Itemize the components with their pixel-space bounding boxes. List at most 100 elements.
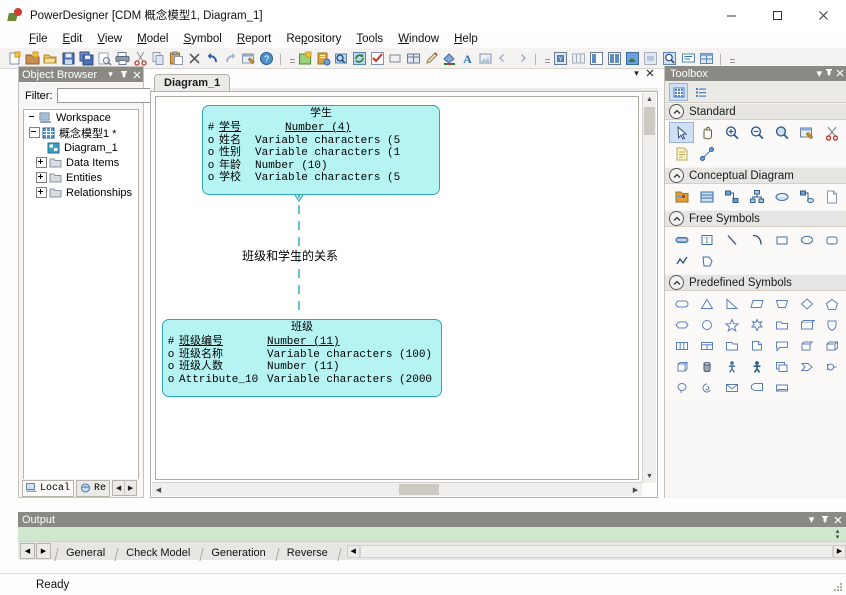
line-symbol-icon[interactable] xyxy=(719,229,744,250)
new-document-icon[interactable] xyxy=(6,50,23,67)
image-icon[interactable] xyxy=(477,50,494,67)
output-resize-handles[interactable]: ▴ ▾ xyxy=(832,528,843,541)
chevron-down-icon[interactable]: ▾ xyxy=(104,68,117,81)
close-icon[interactable] xyxy=(130,68,143,81)
actor-filled-icon[interactable] xyxy=(744,356,769,377)
folder-shape-icon[interactable] xyxy=(769,314,794,335)
close-icon[interactable] xyxy=(836,68,844,80)
close-button[interactable] xyxy=(800,0,846,30)
relationship-icon[interactable] xyxy=(719,186,744,207)
forward-arrow-icon[interactable] xyxy=(513,50,530,67)
output-tab-generation[interactable]: Generation xyxy=(203,545,275,561)
back-arrow-icon[interactable] xyxy=(495,50,512,67)
scroll-up-button[interactable]: ▲ xyxy=(643,93,656,106)
trapezoid-icon[interactable] xyxy=(769,293,794,314)
undo-icon[interactable] xyxy=(204,50,221,67)
chevron-up-icon[interactable] xyxy=(669,104,684,119)
menu-window[interactable]: Window xyxy=(391,32,447,46)
tree-item-model[interactable]: 概念模型1 * xyxy=(24,125,138,140)
rectangle-symbol-icon[interactable] xyxy=(769,229,794,250)
relationship-label[interactable]: 班级和学生的关系 xyxy=(242,247,338,264)
stack-icon[interactable] xyxy=(794,335,819,356)
chevron-down-icon[interactable]: ▾ xyxy=(805,513,818,526)
export-icon[interactable] xyxy=(624,50,641,67)
check-model-icon[interactable] xyxy=(369,50,386,67)
arc-symbol-icon[interactable] xyxy=(744,229,769,250)
refresh-icon[interactable] xyxy=(351,50,368,67)
entity-student[interactable]: 学生 # 学号 Number (4) o 姓名 Variable charact… xyxy=(202,105,440,195)
grid-view-icon[interactable] xyxy=(669,82,688,101)
chevron-up-icon[interactable] xyxy=(669,211,684,226)
canvas-vertical-scrollbar[interactable]: ▲ ▼ xyxy=(642,93,656,483)
circle-icon[interactable] xyxy=(694,314,719,335)
right-triangle-icon[interactable] xyxy=(719,293,744,314)
output-tab-prev[interactable]: ◀ xyxy=(20,543,35,559)
rectangle-symbol-icon[interactable] xyxy=(387,50,404,67)
menu-view[interactable]: View xyxy=(90,32,130,46)
new-package-icon[interactable] xyxy=(297,50,314,67)
menu-edit[interactable]: Edit xyxy=(56,32,91,46)
collapse-toggle[interactable] xyxy=(29,127,40,138)
legend-icon[interactable] xyxy=(698,50,715,67)
zoom-in-icon[interactable] xyxy=(719,122,744,143)
close-icon[interactable] xyxy=(643,66,656,80)
panel-split-icon[interactable] xyxy=(606,50,623,67)
paste-icon[interactable] xyxy=(168,50,185,67)
expand-toggle[interactable] xyxy=(36,172,47,183)
tree-item-diagram[interactable]: Diagram_1 xyxy=(24,140,138,155)
panel-left-icon[interactable] xyxy=(588,50,605,67)
zoom-out-icon[interactable] xyxy=(744,122,769,143)
output-horizontal-scrollbar[interactable]: ◀ ▶ xyxy=(346,544,846,558)
grid-icon[interactable] xyxy=(570,50,587,67)
rounded-rectangle-icon[interactable] xyxy=(819,229,844,250)
toolbox-group-predefined-symbols[interactable]: Predefined Symbols xyxy=(665,274,846,291)
help-icon[interactable]: ? xyxy=(258,50,275,67)
rounded-rect-icon[interactable] xyxy=(669,293,694,314)
canvas-horizontal-scrollbar[interactable]: ◀ ▶ xyxy=(152,482,642,496)
polygon-icon[interactable] xyxy=(694,250,719,271)
shield-icon[interactable] xyxy=(819,314,844,335)
chevron-down-icon[interactable]: ▾ xyxy=(836,534,840,541)
arrow-shape-icon[interactable] xyxy=(794,356,819,377)
model-explorer-icon[interactable]: Y xyxy=(552,50,569,67)
cube-stack-icon[interactable] xyxy=(669,356,694,377)
new-model-icon[interactable] xyxy=(24,50,41,67)
tab-nav-prev[interactable]: ◀ xyxy=(113,481,126,495)
save-icon[interactable] xyxy=(60,50,77,67)
import-icon[interactable] xyxy=(642,50,659,67)
redo-icon[interactable] xyxy=(222,50,239,67)
new-report-icon[interactable] xyxy=(315,50,332,67)
find-icon[interactable] xyxy=(333,50,350,67)
association-link-icon[interactable] xyxy=(794,186,819,207)
minimize-button[interactable] xyxy=(708,0,754,30)
bubble-icon[interactable] xyxy=(669,377,694,398)
pentagon-icon[interactable] xyxy=(819,293,844,314)
menu-help[interactable]: Help xyxy=(447,32,486,46)
menu-report[interactable]: Report xyxy=(230,32,280,46)
entity-class[interactable]: 班级 # 班级编号 Number (11) o 班级名称 Variable ch… xyxy=(162,319,442,397)
document-shape-icon[interactable] xyxy=(744,335,769,356)
folder-open-shape-icon[interactable] xyxy=(719,335,744,356)
pointer-icon[interactable] xyxy=(669,122,694,143)
spiral-icon[interactable] xyxy=(694,377,719,398)
pin-icon[interactable] xyxy=(818,515,831,524)
table-shape-icon[interactable] xyxy=(694,335,719,356)
pin-icon[interactable] xyxy=(117,68,130,81)
ellipse-symbol-icon[interactable] xyxy=(794,229,819,250)
association-icon[interactable] xyxy=(769,186,794,207)
zoom-area-icon[interactable] xyxy=(769,122,794,143)
tab-local[interactable]: Local xyxy=(22,479,75,497)
comment-icon[interactable] xyxy=(680,50,697,67)
output-tab-next[interactable]: ▶ xyxy=(36,543,51,559)
save-all-icon[interactable] xyxy=(78,50,95,67)
actor-icon[interactable] xyxy=(719,356,744,377)
maximize-button[interactable] xyxy=(754,0,800,30)
tab-diagram-1[interactable]: Diagram_1 xyxy=(154,74,231,91)
table-symbol-icon[interactable] xyxy=(405,50,422,67)
scroll-left-button[interactable]: ◀ xyxy=(152,483,165,496)
resize-grip-icon[interactable] xyxy=(833,582,843,592)
cylinder-icon[interactable] xyxy=(694,356,719,377)
text-symbol-icon[interactable]: T xyxy=(694,229,719,250)
columns-icon[interactable] xyxy=(669,335,694,356)
menu-tools[interactable]: Tools xyxy=(349,32,391,46)
